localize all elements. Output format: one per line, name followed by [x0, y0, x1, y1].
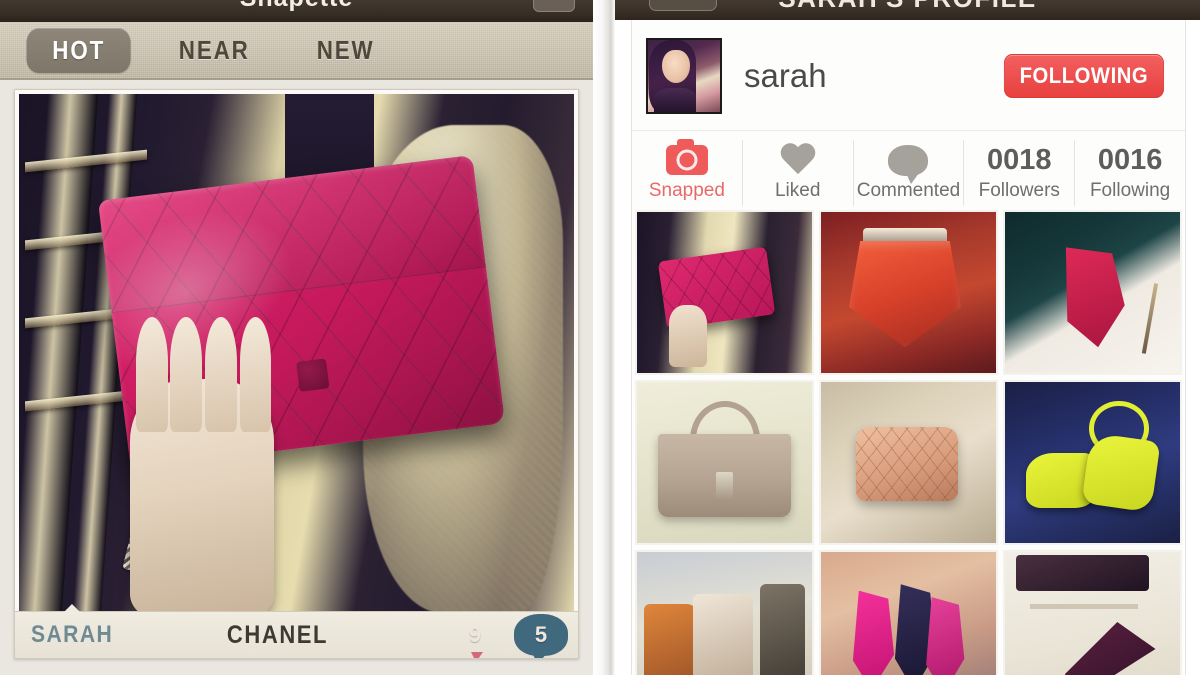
- grid-thumbnail-pink-navy-pumps: [821, 552, 996, 675]
- following-count-wrap: 0016: [1075, 140, 1185, 180]
- thumb8-pump-1: [852, 590, 895, 675]
- feed-photo[interactable]: [19, 94, 574, 613]
- tab-hot[interactable]: HOT: [26, 27, 131, 73]
- bag-clasp: [296, 357, 331, 392]
- feed-photo-card[interactable]: SARAH CHANEL 9 5: [14, 89, 579, 659]
- caption-username[interactable]: SARAH: [31, 621, 113, 649]
- comment-icon-wrap: [854, 140, 964, 184]
- finger-3: [205, 317, 237, 432]
- panel-divider: [593, 0, 615, 675]
- following-button[interactable]: FOLLOWING: [1004, 54, 1165, 98]
- avatar[interactable]: [646, 38, 722, 114]
- caption-brand: CHANEL: [227, 620, 329, 649]
- followers-count-wrap: 0018: [964, 140, 1074, 180]
- comment-icon: [888, 144, 929, 184]
- thumb7-boot-1: [644, 603, 697, 675]
- grid-item-2[interactable]: [819, 210, 998, 375]
- thumb3-shoe: [1065, 247, 1125, 348]
- followers-count: 0018: [987, 143, 1052, 176]
- avatar-body: [653, 87, 696, 112]
- camera-icon-wrap: [632, 139, 742, 180]
- profile-stats-row: Snapped Liked Commented 0018 Followers 0…: [632, 130, 1185, 206]
- grid-thumbnail-purple-flat: [1005, 552, 1180, 675]
- feed-nav-bar: Snapette: [0, 0, 593, 22]
- profile-nav-bar: SARAH'S PROFILE: [615, 0, 1200, 20]
- stat-following-label: Following: [1089, 180, 1171, 201]
- avatar-face: [662, 50, 690, 84]
- stat-followers[interactable]: 0018 Followers: [963, 140, 1074, 206]
- grid-thumbnail-neon-heels: [1005, 382, 1180, 543]
- grid-item-4[interactable]: [635, 380, 814, 545]
- thumb9-shoe: [1064, 622, 1156, 675]
- mannequin-hand: [130, 317, 275, 613]
- photo-scene: [19, 94, 574, 613]
- caption-badges: 9 5: [448, 614, 568, 658]
- like-count: 9: [468, 622, 482, 647]
- stat-commented[interactable]: Commented: [852, 140, 964, 206]
- profile-header: sarah FOLLOWING: [632, 20, 1185, 130]
- tab-near[interactable]: NEAR: [160, 28, 269, 73]
- grid-item-6[interactable]: [1003, 380, 1182, 545]
- comment-count: 5: [534, 622, 548, 647]
- stat-followers-label: Followers: [978, 180, 1060, 201]
- stat-snapped-label: Snapped: [648, 180, 725, 201]
- like-badge[interactable]: 9: [448, 614, 502, 658]
- like-badge-tail: [470, 652, 483, 658]
- heart-icon: [779, 144, 817, 177]
- thumb5-bag: [856, 427, 958, 502]
- grid-thumbnail-peach-quilted-bag: [821, 382, 996, 543]
- app-title: Snapette: [0, 0, 593, 13]
- heart-icon-wrap: [743, 140, 853, 180]
- tab-new[interactable]: NEW: [298, 28, 394, 73]
- profile-panel: SARAH'S PROFILE sarah FOLLOWING Snapped: [615, 0, 1200, 675]
- thumb2-bag: [849, 240, 961, 348]
- thumb7-boot-3: [759, 584, 805, 675]
- grid-thumbnail-magenta-heel: [1005, 212, 1180, 373]
- grid-item-9[interactable]: [1003, 550, 1182, 675]
- stat-following[interactable]: 0016 Following: [1074, 140, 1185, 206]
- profile-photo-grid: [632, 206, 1185, 675]
- grid-thumbnail-ankle-boots: [637, 552, 812, 675]
- finger-4: [239, 317, 272, 432]
- stat-liked[interactable]: Liked: [741, 140, 853, 206]
- grid-item-3[interactable]: [1003, 210, 1182, 375]
- grid-thumbnail-pink-chanel-bag: [637, 212, 812, 373]
- finger-2: [170, 317, 203, 432]
- following-count: 0016: [1097, 143, 1163, 176]
- camera-button[interactable]: [533, 0, 575, 12]
- feed-panel: Snapette HOT NEAR NEW: [0, 0, 593, 675]
- grid-thumbnail-birkin-bag: [637, 382, 812, 543]
- profile-body: sarah FOLLOWING Snapped Liked Commented …: [631, 20, 1186, 675]
- grid-item-7[interactable]: [635, 550, 814, 675]
- feed-tab-bar: HOT NEAR NEW: [0, 22, 593, 80]
- app-root: Snapette HOT NEAR NEW: [0, 0, 1200, 675]
- photo-caption-bar: SARAH CHANEL 9 5: [15, 604, 578, 658]
- stat-snapped[interactable]: Snapped: [632, 139, 742, 206]
- grid-thumbnail-red-handbag: [821, 212, 996, 373]
- finger-1: [135, 317, 168, 432]
- comment-badge[interactable]: 5: [514, 614, 568, 658]
- grid-item-1[interactable]: [635, 210, 814, 375]
- thumb3-heel: [1141, 283, 1159, 354]
- thumb4-lock: [715, 472, 734, 502]
- stat-liked-label: Liked: [774, 180, 821, 201]
- grid-item-8[interactable]: [819, 550, 998, 675]
- thumb7-boot-2: [693, 593, 753, 675]
- profile-nav-title: SARAH'S PROFILE: [615, 0, 1200, 14]
- camera-icon: [665, 139, 708, 175]
- thumb9-top-shelf: [1015, 555, 1149, 591]
- thumb9-bar: [1029, 603, 1138, 609]
- thumb1-hand: [668, 305, 707, 367]
- grid-item-5[interactable]: [819, 380, 998, 545]
- thumb6-shoe-right: [1080, 432, 1161, 513]
- profile-username: sarah: [744, 57, 827, 94]
